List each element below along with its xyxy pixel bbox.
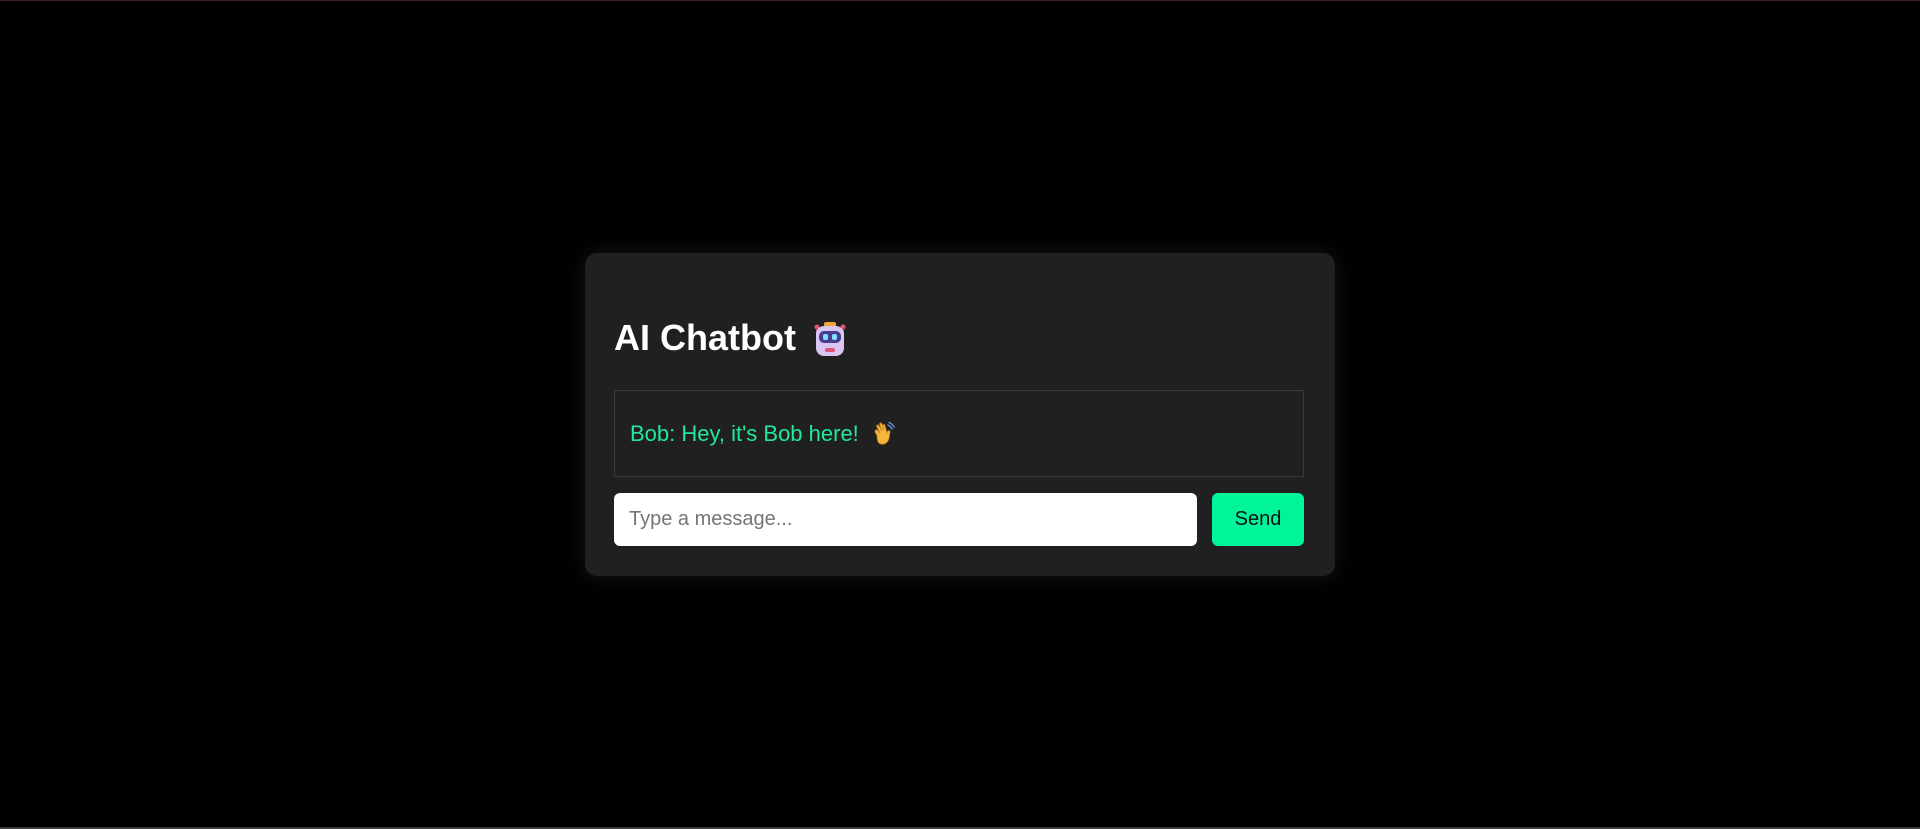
chatbot-card: AI Chatbot Bob: Hey, it's Bob here! Type…	[585, 253, 1335, 576]
header: AI Chatbot	[614, 318, 850, 358]
robot-icon	[810, 318, 850, 358]
chat-message: Bob: Hey, it's Bob here!	[630, 421, 895, 447]
send-button[interactable]: Send	[1212, 493, 1304, 546]
message-input[interactable]	[614, 493, 1197, 546]
chat-message-text: Bob: Hey, it's Bob here!	[630, 420, 859, 446]
composer: Send	[614, 493, 1304, 546]
top-border	[0, 0, 1920, 1]
page-title: AI Chatbot	[614, 317, 796, 358]
waving-hand-icon	[871, 421, 895, 447]
chat-messages: Bob: Hey, it's Bob here!	[614, 390, 1304, 477]
